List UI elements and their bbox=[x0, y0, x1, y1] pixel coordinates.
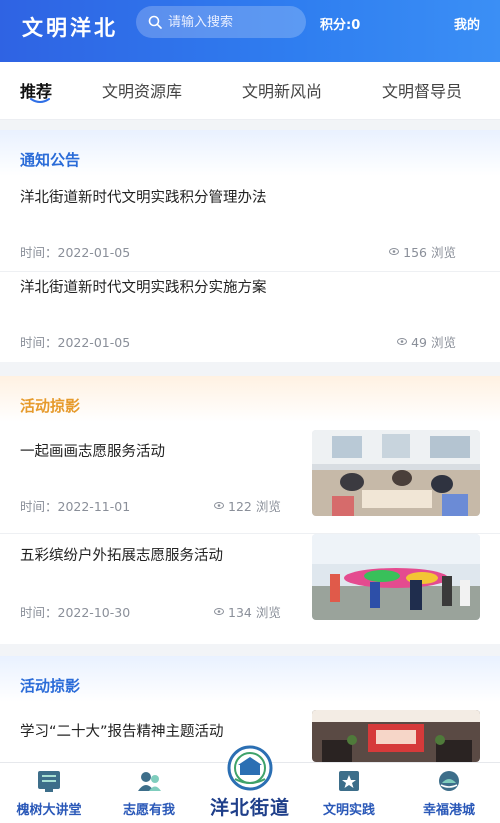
eye-icon bbox=[397, 338, 408, 345]
nav-practice[interactable]: 文明实践 bbox=[304, 769, 394, 818]
tab-new-trend[interactable]: 文明新风尚 bbox=[242, 78, 322, 102]
nav-label: 志愿有我 bbox=[122, 803, 175, 818]
list-item[interactable]: 五彩缤纷户外拓展志愿服务活动 时间：2022-10-30 134 浏览 bbox=[0, 534, 500, 642]
tab-supervisor[interactable]: 文明督导员 bbox=[382, 78, 462, 102]
item-views: 156 浏览 bbox=[389, 242, 456, 261]
search-bar[interactable] bbox=[136, 6, 306, 38]
points-label: 积分:0 bbox=[320, 18, 361, 33]
activity-photo[interactable] bbox=[312, 710, 480, 762]
activity-photo[interactable] bbox=[312, 430, 480, 516]
app-header: 文明洋北 积分:0 我的 bbox=[0, 0, 500, 62]
item-time: 时间：2022-11-01 bbox=[20, 499, 131, 514]
item-views: 122 浏览 bbox=[214, 496, 281, 515]
section-title: 通知公告 bbox=[0, 130, 500, 176]
nav-street-logo[interactable]: 洋北街道 bbox=[200, 745, 300, 823]
views-count: 134 浏览 bbox=[228, 605, 281, 620]
views-count: 49 浏览 bbox=[411, 335, 456, 350]
harbor-icon bbox=[439, 771, 459, 791]
activity-section: 活动掠影 一起画画志愿服务活动 时间：2022-11-01 122 浏览 五彩缤… bbox=[0, 376, 500, 644]
nav-label: 文明实践 bbox=[322, 803, 375, 818]
nav-label: 幸福港城 bbox=[422, 803, 475, 818]
section-title: 活动掠影 bbox=[0, 656, 500, 702]
list-item[interactable]: 洋北街道新时代文明实践积分实施方案 时间：2022-01-05 49 浏览 bbox=[0, 272, 500, 362]
item-time: 时间：2022-01-05 bbox=[20, 335, 131, 350]
item-title: 一起画画志愿服务活动 bbox=[20, 444, 165, 460]
nav-volunteer[interactable]: 志愿有我 bbox=[104, 769, 194, 818]
nav-harbor[interactable]: 幸福港城 bbox=[404, 769, 494, 818]
eye-icon bbox=[214, 502, 224, 509]
nav-lecture[interactable]: 槐树大讲堂 bbox=[4, 769, 94, 818]
item-views: 134 浏览 bbox=[214, 602, 281, 621]
eye-icon bbox=[214, 608, 224, 615]
item-title: 五彩缤纷户外拓展志愿服务活动 bbox=[20, 548, 223, 564]
item-title: 学习“二十大”报告精神主题活动 bbox=[20, 724, 224, 740]
active-tab-indicator bbox=[30, 98, 50, 103]
search-icon bbox=[148, 15, 162, 29]
notice-section: 通知公告 洋北街道新时代文明实践积分管理办法 时间：2022-01-05 156… bbox=[0, 130, 500, 362]
item-views: 49 浏览 bbox=[397, 332, 456, 351]
practice-icon bbox=[339, 771, 359, 791]
list-item[interactable]: 一起画画志愿服务活动 时间：2022-11-01 122 浏览 bbox=[0, 422, 500, 534]
item-title: 洋北街道新时代文明实践积分实施方案 bbox=[20, 280, 267, 296]
tab-bar: 推荐 文明资源库 文明新风尚 文明督导员 bbox=[0, 62, 500, 120]
list-item[interactable]: 洋北街道新时代文明实践积分管理办法 时间：2022-01-05 156 浏览 bbox=[0, 176, 500, 272]
brand-title: 文明洋北 bbox=[22, 15, 118, 40]
search-input[interactable] bbox=[168, 14, 288, 30]
views-count: 122 浏览 bbox=[228, 499, 281, 514]
street-logo-icon bbox=[227, 745, 273, 791]
item-title: 洋北街道新时代文明实践积分管理办法 bbox=[20, 190, 267, 206]
section-title: 活动掠影 bbox=[0, 376, 500, 422]
item-time: 时间：2022-10-30 bbox=[20, 605, 131, 620]
lecture-icon bbox=[38, 771, 60, 792]
tab-resource-library[interactable]: 文明资源库 bbox=[102, 78, 182, 102]
volunteer-icon bbox=[138, 772, 161, 791]
street-logo-text: 洋北街道 bbox=[209, 797, 290, 819]
activity-photo[interactable] bbox=[312, 534, 480, 620]
bottom-nav: 槐树大讲堂 志愿有我 洋北街道 文明实践 幸福港城 bbox=[0, 745, 500, 823]
item-time: 时间：2022-01-05 bbox=[20, 245, 131, 260]
mine-link[interactable]: 我的 bbox=[454, 14, 480, 33]
views-count: 156 浏览 bbox=[403, 245, 456, 260]
eye-icon bbox=[389, 248, 400, 255]
nav-label: 槐树大讲堂 bbox=[16, 803, 82, 818]
